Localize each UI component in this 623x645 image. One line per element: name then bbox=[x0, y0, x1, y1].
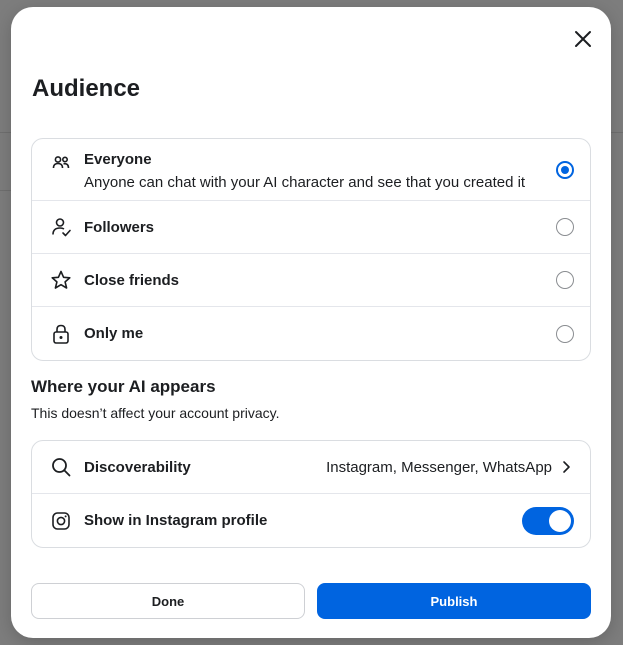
radio-only-me[interactable] bbox=[556, 324, 574, 343]
audience-option-label: Only me bbox=[84, 325, 144, 342]
close-icon bbox=[575, 31, 591, 47]
audience-option-only-me[interactable]: Only me bbox=[32, 307, 590, 360]
audience-option-followers[interactable]: Followers bbox=[32, 201, 590, 254]
section-subtitle: This doesn’t affect your account privacy… bbox=[31, 405, 280, 421]
background-divider bbox=[0, 190, 11, 191]
discoverability-label: Discoverability bbox=[84, 458, 191, 476]
instagram-profile-label: Show in Instagram profile bbox=[84, 512, 268, 529]
audience-option-label: Followers bbox=[84, 218, 155, 236]
close-button[interactable] bbox=[571, 27, 595, 51]
discoverability-value: Instagram, Messenger, WhatsApp bbox=[326, 458, 552, 476]
instagram-profile-row: Show in Instagram profile bbox=[32, 494, 590, 547]
background-divider bbox=[611, 132, 623, 133]
radio-everyone[interactable] bbox=[556, 161, 574, 179]
done-button[interactable]: Done bbox=[31, 583, 305, 619]
people-icon bbox=[49, 151, 73, 175]
background-divider bbox=[0, 132, 11, 133]
radio-followers[interactable] bbox=[556, 218, 574, 236]
where-settings: Discoverability Instagram, Messenger, Wh… bbox=[31, 440, 591, 548]
audience-dialog: Audience Everyone Anyone can chat with y… bbox=[11, 7, 611, 638]
radio-close-friends[interactable] bbox=[556, 271, 574, 289]
audience-option-description: Anyone can chat with your AI character a… bbox=[84, 174, 526, 191]
chevron-right-icon bbox=[563, 461, 570, 473]
section-title: Where your AI appears bbox=[31, 377, 216, 396]
dialog-title: Audience bbox=[32, 75, 141, 102]
audience-option-close-friends[interactable]: Close friends bbox=[32, 254, 590, 307]
discoverability-row[interactable]: Discoverability Instagram, Messenger, Wh… bbox=[32, 441, 590, 494]
star-icon bbox=[49, 268, 73, 292]
search-icon bbox=[49, 455, 73, 479]
audience-options: Everyone Anyone can chat with your AI ch… bbox=[31, 138, 591, 361]
audience-option-label: Close friends bbox=[84, 271, 180, 289]
lock-icon bbox=[49, 322, 73, 346]
instagram-profile-toggle[interactable] bbox=[522, 506, 574, 535]
audience-option-everyone[interactable]: Everyone Anyone can chat with your AI ch… bbox=[32, 139, 590, 201]
audience-option-label: Everyone bbox=[84, 151, 152, 168]
instagram-icon bbox=[49, 509, 73, 533]
follower-icon bbox=[49, 215, 73, 239]
publish-button[interactable]: Publish bbox=[317, 583, 591, 619]
